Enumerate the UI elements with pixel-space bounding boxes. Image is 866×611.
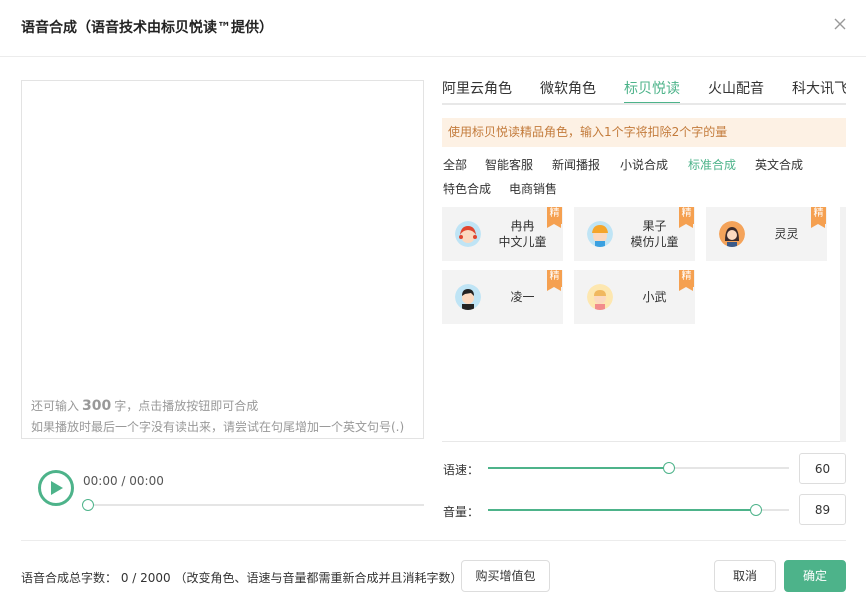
avatar	[455, 284, 481, 310]
speed-input[interactable]	[799, 453, 846, 484]
category-standard[interactable]: 标准合成	[688, 156, 736, 173]
premium-badge: 精	[547, 207, 562, 228]
player-progress-track[interactable]	[88, 504, 424, 506]
volume-slider[interactable]	[488, 504, 789, 516]
category-smart-service[interactable]: 智能客服	[485, 156, 533, 173]
tab-biaobei[interactable]: 标贝悦读	[624, 78, 680, 103]
avatar	[587, 221, 613, 247]
premium-badge: 精	[679, 207, 694, 228]
voice-name: 凌一	[510, 290, 535, 304]
period-hint: 如果播放时最后一个字没有读出来，请尝试在句尾增加一个英文句号(.)	[31, 420, 405, 434]
category-novel[interactable]: 小说合成	[620, 156, 668, 173]
remaining-count: 300	[82, 398, 112, 414]
play-icon	[51, 481, 63, 495]
pricing-notice: 使用标贝悦读精品角色，输入1个字将扣除2个字的量	[442, 118, 846, 147]
voice-provider-tabs: 阿里云角色 微软角色 标贝悦读 火山配音 科大讯飞	[442, 78, 846, 105]
voice-card-xiaowu[interactable]: 小武 精	[574, 270, 695, 324]
buy-package-button[interactable]: 购买增值包	[461, 560, 550, 592]
voice-list: 冉冉 中文儿童 精 果子 模仿儿童 精 灵灵 精 凌一 精 小武 精	[442, 207, 846, 442]
tab-microsoft[interactable]: 微软角色	[540, 78, 596, 103]
dialog-header: 语音合成（语音技术由标贝悦读™提供）	[0, 0, 866, 57]
category-news[interactable]: 新闻播报	[552, 156, 600, 173]
volume-slider-fill	[488, 509, 756, 511]
footer-divider	[21, 540, 846, 541]
tab-volcano[interactable]: 火山配音	[708, 78, 764, 103]
text-editor: 还可输入 300 字，点击播放按钮即可合成 如果播放时最后一个字没有读出来，请尝试在…	[21, 80, 424, 439]
voice-name: 小武	[642, 290, 667, 304]
remaining-prefix: 还可输入	[31, 399, 80, 413]
category-all[interactable]: 全部	[443, 156, 467, 173]
tab-aliyun[interactable]: 阿里云角色	[442, 78, 512, 103]
volume-slider-knob[interactable]	[749, 504, 762, 516]
voice-name: 灵灵	[774, 227, 799, 241]
voice-card-lingyi[interactable]: 凌一 精	[442, 270, 563, 324]
category-featured[interactable]: 特色合成	[443, 180, 491, 197]
speed-label: 语速：	[443, 463, 480, 477]
speed-slider-fill	[488, 467, 669, 469]
play-button[interactable]	[38, 470, 74, 506]
audio-player: 00:00 / 00:00	[21, 460, 424, 520]
category-english[interactable]: 英文合成	[755, 156, 803, 173]
avatar	[455, 221, 481, 247]
voice-subtitle: 中文儿童	[498, 235, 547, 249]
voice-card-guozi[interactable]: 果子 模仿儿童 精	[574, 207, 695, 261]
voice-synthesis-dialog: 语音合成（语音技术由标贝悦读™提供） 还可输入 300 字，点击播放按钮即可合成 如…	[0, 0, 866, 611]
confirm-button[interactable]: 确定	[784, 560, 846, 592]
premium-badge: 精	[811, 207, 826, 228]
voice-card-ranran[interactable]: 冉冉 中文儿童 精	[442, 207, 563, 261]
cancel-button[interactable]: 取消	[714, 560, 776, 592]
premium-badge: 精	[679, 270, 694, 291]
remaining-suffix: 字，点击播放按钮即可合成	[114, 399, 259, 413]
player-time: 00:00 / 00:00	[83, 474, 164, 488]
close-icon[interactable]	[832, 16, 848, 32]
tab-iflytek[interactable]: 科大讯飞	[792, 78, 846, 103]
speed-slider[interactable]	[488, 462, 789, 474]
voice-list-scrollbar[interactable]	[840, 207, 846, 442]
avatar	[719, 221, 745, 247]
volume-input[interactable]	[799, 494, 846, 525]
total-char-count: 语音合成总字数： 0 / 2000 （改变角色、语速与音量都需重新合成并且消耗字…	[21, 571, 463, 585]
premium-badge: 精	[547, 270, 562, 291]
remaining-hint: 还可输入 300 字，点击播放按钮即可合成	[31, 397, 258, 414]
voice-subtitle: 模仿儿童	[630, 235, 679, 249]
avatar	[587, 284, 613, 310]
dialog-title: 语音合成（语音技术由标贝悦读™提供）	[21, 20, 273, 36]
text-input[interactable]	[22, 81, 423, 381]
player-progress-knob[interactable]	[82, 499, 94, 511]
volume-label: 音量：	[443, 505, 480, 519]
category-ecommerce[interactable]: 电商销售	[509, 180, 557, 197]
speed-slider-knob[interactable]	[662, 462, 675, 474]
voice-card-lingling[interactable]: 灵灵 精	[706, 207, 827, 261]
